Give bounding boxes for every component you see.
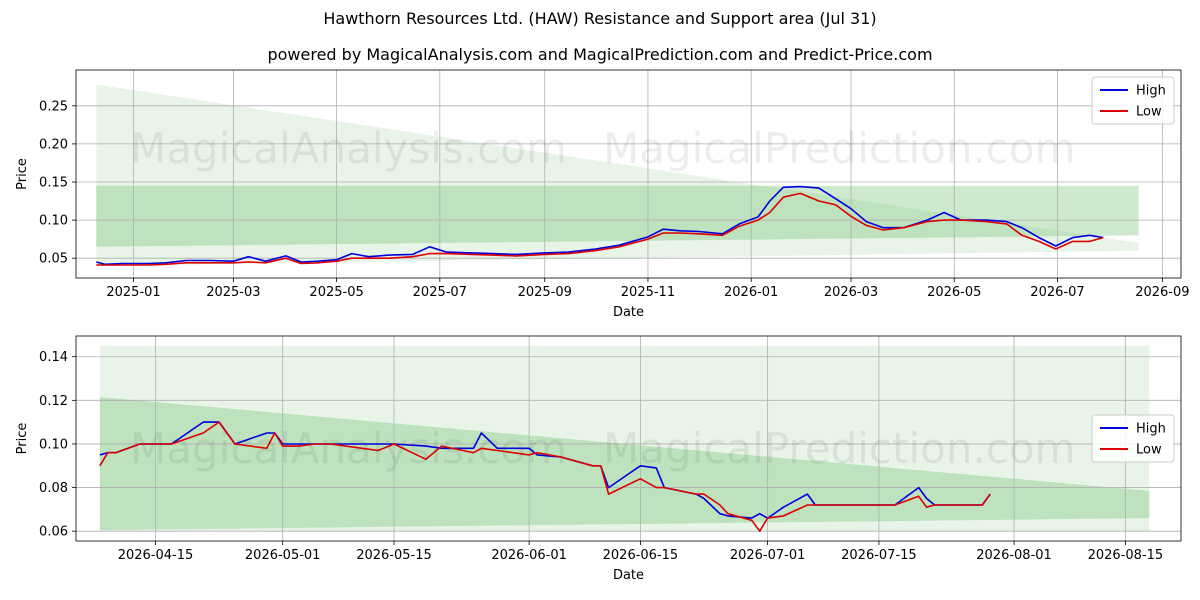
x-tick-label: 2025-07 [413,285,467,300]
x-tick-label: 2025-03 [206,285,260,300]
x-tick-label: 2026-07-01 [730,548,806,563]
chart-panel-2: MagicalAnalysis.com MagicalPrediction.com… [15,335,1182,583]
y-tick-label: 0.05 [39,252,68,267]
x-tick-label: 2025-01 [106,285,160,300]
y-tick-label: 0.12 [39,394,68,409]
x-tick-label: 2026-06-01 [491,548,567,563]
y-axis-label: Price [15,158,30,190]
y-tick-label: 0.10 [39,214,68,229]
x-tick-label: 2025-11 [621,285,675,300]
x-tick-label: 2026-09 [1135,285,1189,300]
watermark-text: MagicalPrediction.com [603,124,1076,173]
x-tick-label: 2026-08-01 [976,548,1052,563]
legend: High Low [1091,76,1175,125]
legend-label-low: Low [1136,105,1162,120]
watermark-text: MagicalPrediction.com [603,424,1076,473]
plot-area: MagicalAnalysis.com MagicalPrediction.com [76,70,1181,278]
y-tick-label: 0.14 [39,350,68,365]
watermark-text: MagicalAnalysis.com [130,124,567,173]
x-tick-label: 2025-05 [309,285,363,300]
plot-area: MagicalAnalysis.com MagicalPrediction.com [76,336,1181,541]
x-tick-label: 2026-05 [927,285,981,300]
legend: High Low [1091,414,1175,463]
y-tick-label: 0.25 [39,99,68,114]
y-axis-label: Price [15,423,30,455]
x-axis-label: Date [613,568,644,583]
legend-label-low: Low [1136,443,1162,458]
y-tick-label: 0.06 [39,525,68,540]
y-tick-label: 0.15 [39,176,68,191]
x-tick-label: 2026-05-15 [356,548,432,563]
x-tick-label: 2026-07-15 [841,548,917,563]
x-axis-label: Date [613,305,644,320]
chart-panel-1: MagicalAnalysis.com MagicalPrediction.com… [15,69,1190,320]
x-tick-label: 2026-01 [724,285,778,300]
y-tick-label: 0.10 [39,437,68,452]
legend-label-high: High [1136,84,1166,99]
y-tick-label: 0.08 [39,481,68,496]
x-tick-label: 2026-07 [1030,285,1084,300]
y-tick-label: 0.20 [39,137,68,152]
x-tick-label: 2026-03 [824,285,878,300]
x-tick-label: 2026-05-01 [245,548,321,563]
x-tick-label: 2026-06-15 [603,548,679,563]
x-tick-label: 2025-09 [518,285,572,300]
x-tick-label: 2026-04-15 [118,548,194,563]
x-tick-label: 2026-08-15 [1088,548,1164,563]
figure-canvas: MagicalAnalysis.com MagicalPrediction.com… [15,69,1190,583]
legend-label-high: High [1136,422,1166,437]
